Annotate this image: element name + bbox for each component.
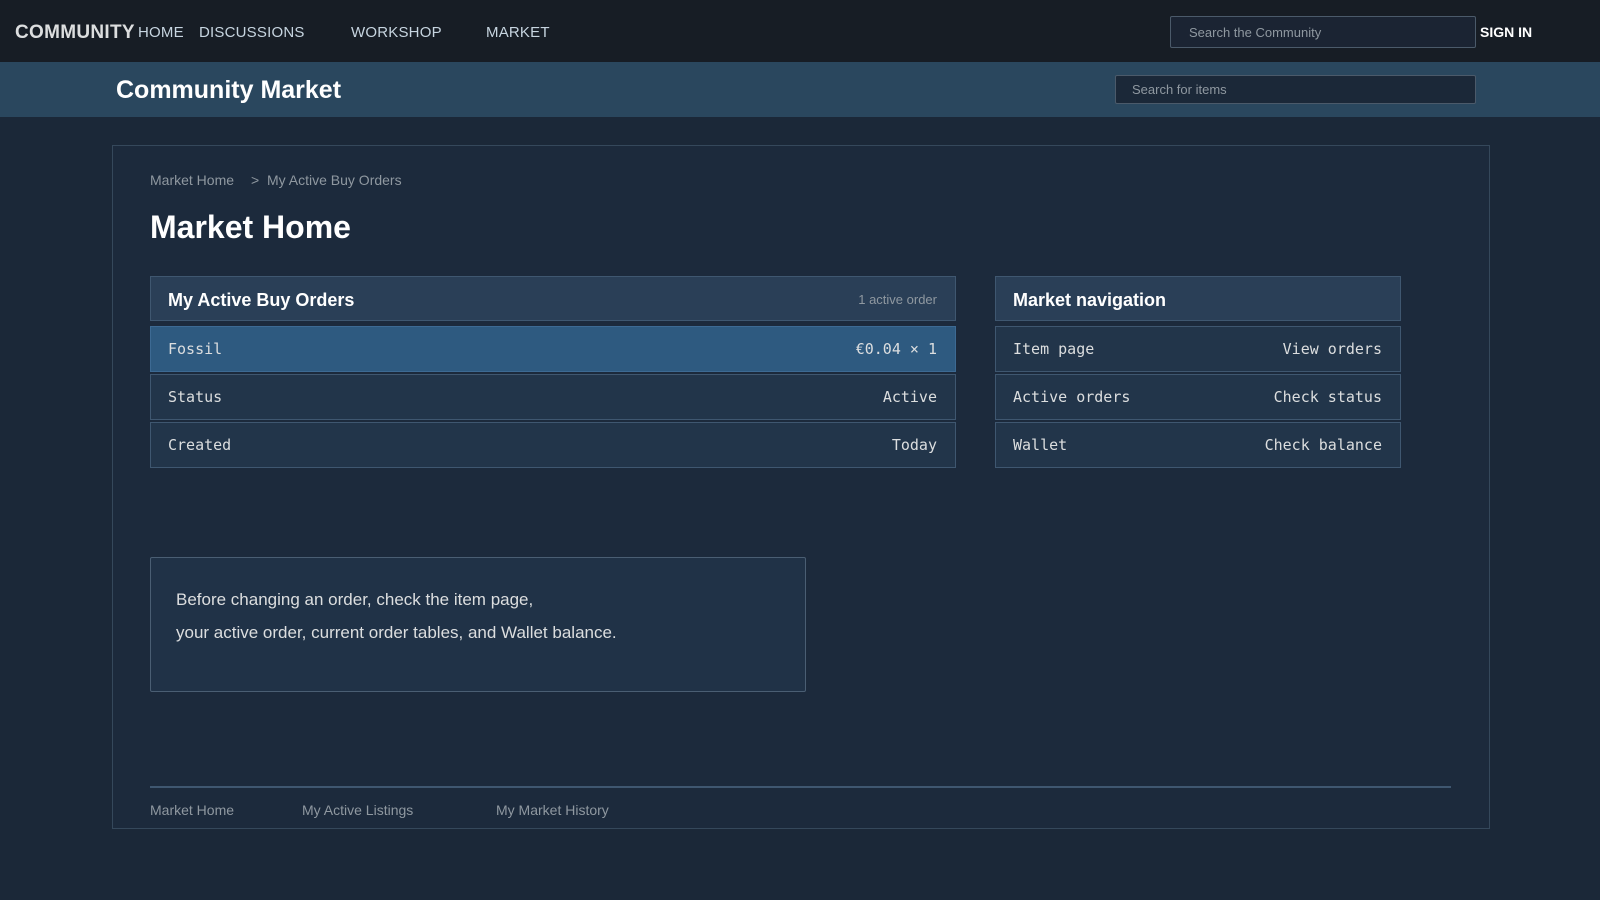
- created-label: Created: [168, 436, 232, 454]
- nav-workshop-link[interactable]: WORKSHOP: [351, 24, 442, 41]
- footer-market-home-link[interactable]: Market Home: [150, 802, 234, 818]
- nav-wallet-row[interactable]: Wallet Check balance: [995, 422, 1401, 468]
- top-navigation-bar: COMMUNITY HOME DISCUSSIONS WORKSHOP MARK…: [0, 0, 1600, 62]
- market-header-title[interactable]: Community Market: [116, 76, 341, 105]
- market-header: Community Market: [0, 62, 1600, 117]
- buy-order-created-row: Created Today: [150, 422, 956, 468]
- check-balance-link[interactable]: Check balance: [1265, 436, 1382, 454]
- buy-order-row-fossil[interactable]: Fossil €0.04 × 1: [150, 326, 956, 372]
- market-navigation-header: Market navigation: [995, 276, 1401, 321]
- breadcrumb-separator: >: [251, 172, 260, 188]
- active-order-count: 1 active order: [858, 292, 937, 307]
- brand-logo[interactable]: COMMUNITY: [15, 22, 135, 44]
- market-navigation-title: Market navigation: [1013, 290, 1167, 310]
- info-note-line-1: Before changing an order, check the item…: [176, 590, 534, 609]
- view-orders-link[interactable]: View orders: [1283, 340, 1382, 358]
- nav-item-page-row[interactable]: Item page View orders: [995, 326, 1401, 372]
- community-search-input[interactable]: [1170, 16, 1476, 48]
- buy-orders-title: My Active Buy Orders: [168, 290, 355, 310]
- buy-orders-header: My Active Buy Orders 1 active order: [150, 276, 956, 321]
- nav-home-link[interactable]: HOME: [138, 24, 184, 41]
- info-note: Before changing an order, check the item…: [150, 557, 806, 692]
- check-status-link[interactable]: Check status: [1274, 388, 1382, 406]
- nav-wallet-label: Wallet: [1013, 436, 1068, 454]
- status-value: Active: [882, 388, 937, 406]
- created-value: Today: [891, 436, 937, 454]
- nav-market-link[interactable]: MARKET: [486, 24, 550, 41]
- footer-active-listings-link[interactable]: My Active Listings: [302, 802, 413, 818]
- buy-order-item-name: Fossil: [168, 340, 223, 358]
- footer-divider: [150, 786, 1451, 788]
- breadcrumb-active-buy-orders[interactable]: My Active Buy Orders: [267, 172, 402, 188]
- footer-market-history-link[interactable]: My Market History: [496, 802, 609, 818]
- nav-discussions-link[interactable]: DISCUSSIONS: [199, 24, 305, 41]
- item-search-input[interactable]: [1115, 75, 1476, 104]
- nav-active-orders-label: Active orders: [1013, 388, 1131, 406]
- main-content-panel: Market Home > My Active Buy Orders Marke…: [112, 145, 1490, 829]
- nav-item-page-label: Item page: [1013, 340, 1095, 358]
- page-title: Market Home: [150, 209, 351, 245]
- status-label: Status: [168, 388, 223, 406]
- info-note-line-2: your active order, current order tables,…: [176, 623, 617, 642]
- breadcrumb-market-home[interactable]: Market Home: [150, 172, 234, 188]
- buy-order-status-row: Status Active: [150, 374, 956, 420]
- buy-order-price: €0.04 × 1: [855, 340, 937, 358]
- nav-active-orders-row[interactable]: Active orders Check status: [995, 374, 1401, 420]
- sign-in-link[interactable]: SIGN IN: [1480, 24, 1532, 40]
